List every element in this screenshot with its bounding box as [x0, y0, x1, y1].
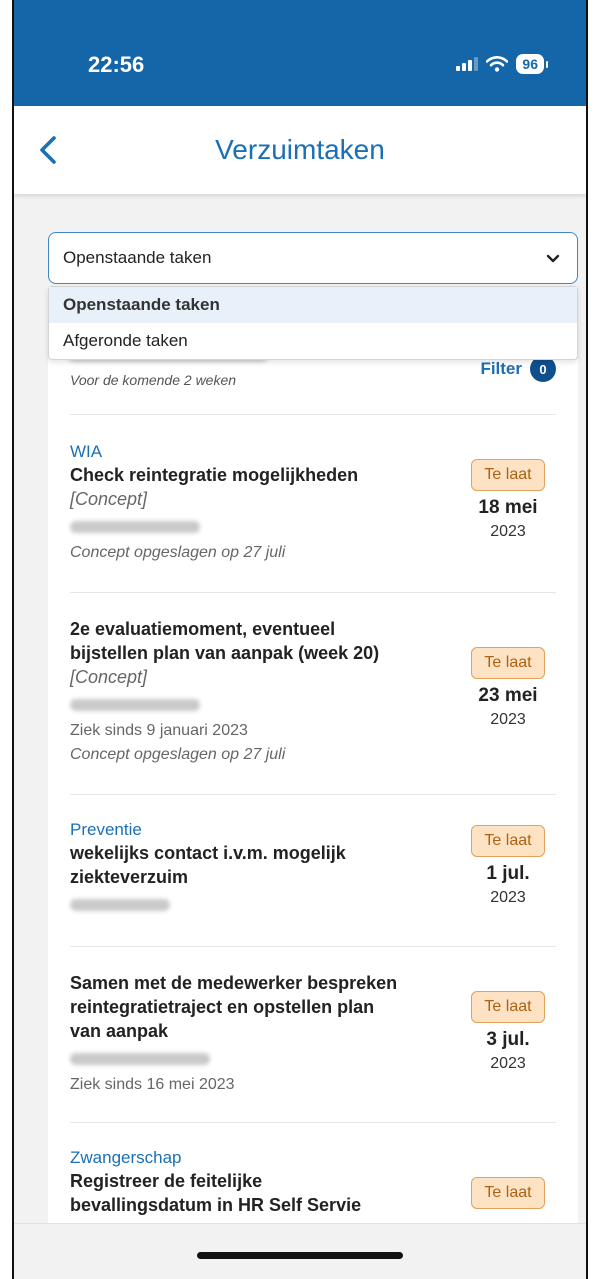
due-date: Te laat: [460, 1177, 556, 1209]
option-afgeronde-taken[interactable]: Afgeronde taken: [49, 323, 577, 359]
due-day: 23 mei: [478, 685, 538, 706]
signal-icon: [456, 57, 479, 71]
concept-tag: [Concept]: [70, 667, 148, 687]
list-subtitle: Voor de komende 2 weken: [70, 372, 237, 388]
concept-saved-note: Concept opgeslagen op 27 juli: [70, 746, 286, 763]
option-openstaande-taken[interactable]: Openstaande taken: [49, 287, 577, 323]
task-item[interactable]: 2e evaluatiemoment, eventueel bijstellen…: [70, 592, 556, 794]
overdue-badge: Te laat: [471, 991, 545, 1023]
due-year: 2023: [490, 1055, 526, 1072]
task-title: Samen met de medewerker bespreken reinte…: [70, 973, 398, 1041]
task-item[interactable]: WIA Check reintegratie mogelijkheden [Co…: [70, 414, 556, 592]
due-year: 2023: [490, 523, 526, 540]
home-indicator[interactable]: [197, 1252, 403, 1259]
task-category: Zwangerschap: [70, 1148, 182, 1167]
nav-bar: Verzuimtaken: [14, 106, 586, 194]
employee-name-redacted: [70, 1053, 210, 1065]
sick-since: Ziek sinds 16 mei 2023: [70, 1076, 235, 1093]
filter-label: Filter: [480, 359, 522, 378]
status-time: 22:56: [88, 52, 145, 77]
bottom-bar: [14, 1223, 586, 1279]
concept-tag: [Concept]: [70, 489, 148, 509]
task-title: Check reintegratie mogelijkheden [Concep…: [70, 463, 400, 511]
overdue-badge: Te laat: [471, 647, 545, 679]
employee-name-redacted: [70, 699, 200, 711]
due-year: 2023: [490, 889, 526, 906]
due-date: Te laat 23 mei 2023: [460, 647, 556, 729]
task-list-card: Voor de komende 2 weken Filter 0 WIA Che…: [48, 300, 578, 1260]
select-options-menu: Openstaande taken Afgeronde taken: [48, 286, 578, 360]
due-year: 2023: [490, 711, 526, 728]
task-item[interactable]: Preventie wekelijks contact i.v.m. mogel…: [70, 794, 556, 946]
task-item[interactable]: Samen met de medewerker bespreken reinte…: [70, 946, 556, 1122]
battery-tip: [546, 60, 548, 68]
task-title-text: Check reintegratie mogelijkheden: [70, 465, 359, 485]
status-icons: 96: [456, 54, 548, 74]
page-title: Verzuimtaken: [215, 134, 385, 165]
employee-name-redacted: [70, 521, 200, 533]
due-date: Te laat 1 jul. 2023: [460, 825, 556, 907]
phone-frame: 22:56 96 Verzuimtaken Voor de komende 2 …: [12, 0, 588, 1279]
overdue-badge: Te laat: [471, 825, 545, 857]
due-day: 1 jul.: [486, 863, 530, 884]
due-day: 3 jul.: [486, 1029, 530, 1050]
concept-saved-note: Concept opgeslagen op 27 juli: [70, 544, 286, 561]
task-status-select[interactable]: Openstaande taken: [48, 232, 578, 284]
status-bar: 22:56 96: [14, 0, 586, 106]
due-day: 18 mei: [478, 497, 538, 518]
due-date: Te laat 18 mei 2023: [460, 459, 556, 541]
task-title: 2e evaluatiemoment, eventueel bijstellen…: [70, 617, 400, 689]
wifi-icon: [486, 56, 509, 72]
task-title: wekelijks contact i.v.m. mogelijk ziekte…: [70, 843, 346, 887]
task-title: Registreer de feitelijke bevallingsdatum…: [70, 1171, 362, 1215]
chevron-down-icon: [546, 254, 560, 263]
due-date: Te laat 3 jul. 2023: [460, 991, 556, 1073]
overdue-badge: Te laat: [471, 1177, 545, 1209]
battery-icon: 96: [516, 54, 544, 74]
employee-name-redacted: [70, 899, 170, 911]
overdue-badge: Te laat: [471, 459, 545, 491]
task-title-text: 2e evaluatiemoment, eventueel bijstellen…: [70, 619, 380, 663]
select-value: Openstaande taken: [63, 248, 212, 267]
